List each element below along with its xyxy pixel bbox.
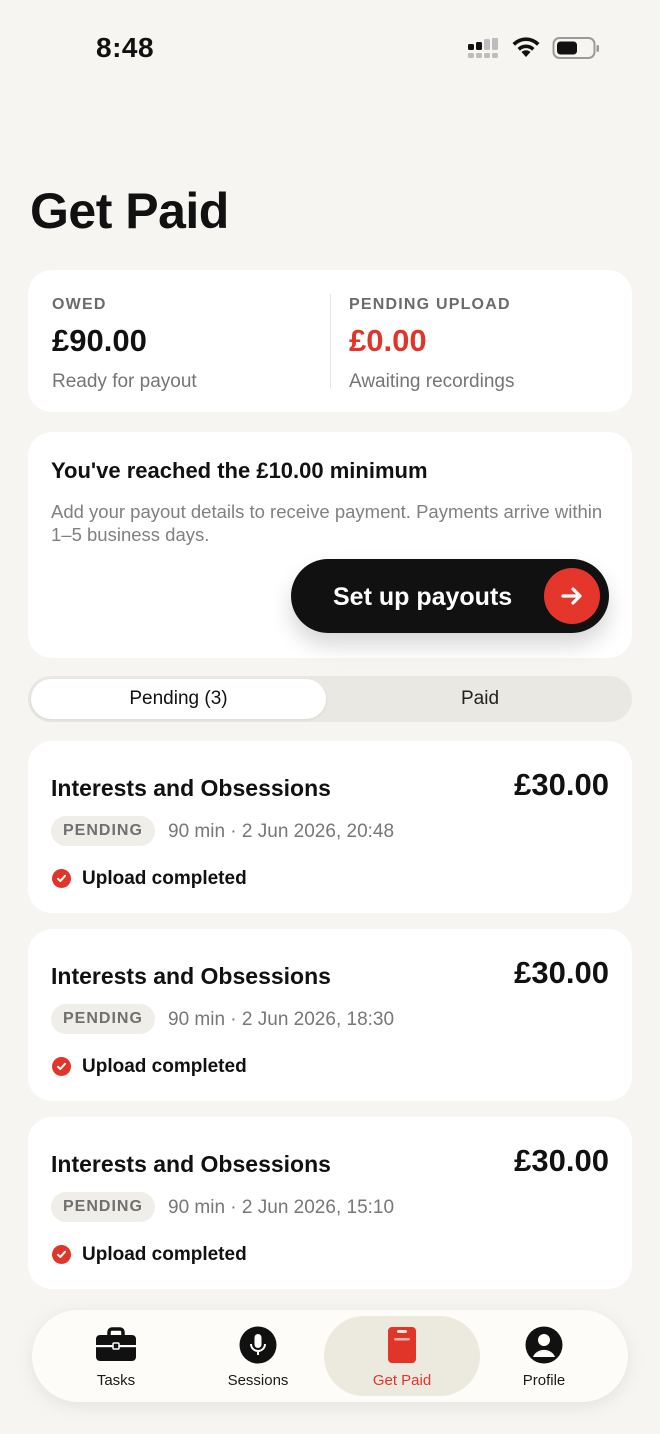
check-circle-icon: [52, 869, 71, 888]
session-card[interactable]: Interests and Obsessions £30.00 PENDING …: [28, 741, 632, 913]
owed-label: OWED: [52, 296, 107, 313]
nav-item-profile[interactable]: Profile: [482, 1310, 606, 1402]
status-badge: PENDING: [51, 1192, 155, 1222]
session-amount: £30.00: [514, 1143, 609, 1178]
nav-label-tasks: Tasks: [96, 1372, 136, 1389]
screen: 8:48 Get Paid OWED £90.00 Ready for payo…: [0, 0, 660, 1434]
status-bar: 8:48: [0, 0, 660, 96]
check-circle-icon: [52, 1057, 71, 1076]
pending-upload-label: PENDING UPLOAD: [349, 296, 511, 313]
session-meta: 90 min · 2 Jun 2026, 20:48: [168, 821, 395, 842]
session-amount: £30.00: [514, 767, 609, 802]
owed-balance: OWED £90.00 Ready for payout: [52, 296, 197, 393]
bottom-navigation: Tasks Sessions Get Paid Profile: [32, 1310, 628, 1402]
upload-status: Upload completed: [82, 1244, 247, 1265]
upload-status: Upload completed: [82, 1056, 247, 1077]
session-amount: £30.00: [514, 955, 609, 990]
session-title: Interests and Obsessions: [51, 775, 331, 801]
nav-label-profile: Profile: [522, 1372, 566, 1389]
session-card[interactable]: Interests and Obsessions £30.00 PENDING …: [28, 929, 632, 1101]
owed-amount: £90.00: [52, 323, 147, 358]
pending-upload-amount: £0.00: [349, 323, 427, 358]
status-badge: PENDING: [51, 816, 155, 846]
check-circle-icon: [52, 1245, 71, 1264]
battery-icon: [552, 37, 599, 59]
cellular-signal-icon: [468, 38, 498, 58]
arrow-right-icon: [544, 568, 600, 624]
set-up-payouts-button[interactable]: Set up payouts: [291, 559, 609, 633]
pending-upload-subtext: Awaiting recordings: [349, 371, 515, 392]
session-card[interactable]: Interests and Obsessions £30.00 PENDING …: [28, 1117, 632, 1289]
balance-divider: [330, 294, 331, 388]
tab-pending[interactable]: Pending (3): [31, 679, 326, 719]
upload-status: Upload completed: [82, 868, 247, 889]
nav-item-tasks[interactable]: Tasks: [54, 1310, 178, 1402]
balance-card: OWED £90.00 Ready for payout PENDING UPL…: [28, 270, 632, 412]
status-badge: PENDING: [51, 1004, 155, 1034]
payout-tabs: Pending (3) Paid: [28, 676, 632, 722]
set-up-payouts-label: Set up payouts: [333, 583, 513, 611]
microphone-icon: [239, 1326, 277, 1364]
session-title: Interests and Obsessions: [51, 1151, 331, 1177]
nav-label-get-paid: Get Paid: [372, 1372, 432, 1389]
owed-subtext: Ready for payout: [52, 371, 197, 392]
status-time: 8:48: [96, 32, 155, 63]
receipt-icon: [387, 1326, 417, 1364]
nav-item-sessions[interactable]: Sessions: [196, 1310, 320, 1402]
pending-upload-balance: PENDING UPLOAD £0.00 Awaiting recordings: [349, 296, 514, 393]
session-meta: 90 min · 2 Jun 2026, 18:30: [168, 1009, 395, 1030]
nav-item-get-paid[interactable]: Get Paid: [324, 1316, 480, 1396]
session-meta: 90 min · 2 Jun 2026, 15:10: [168, 1197, 395, 1218]
session-title: Interests and Obsessions: [51, 963, 331, 989]
tab-paid[interactable]: Paid: [330, 679, 630, 719]
page-title: Get Paid: [30, 183, 229, 239]
briefcase-icon: [95, 1326, 137, 1364]
minimum-title: You've reached the £10.00 minimum: [51, 458, 428, 483]
person-icon: [525, 1326, 563, 1364]
minimum-description: Add your payout details to receive payme…: [51, 501, 603, 545]
nav-label-sessions: Sessions: [227, 1372, 289, 1389]
payout-minimum-card: You've reached the £10.00 minimum Add yo…: [28, 432, 632, 658]
wifi-icon: [512, 37, 540, 57]
